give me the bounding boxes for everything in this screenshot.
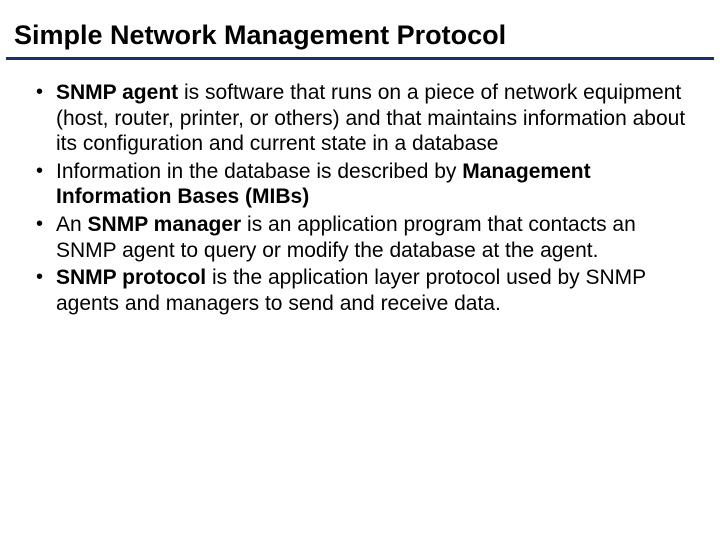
list-item: An SNMP manager is an application progra… bbox=[30, 212, 690, 263]
list-item: SNMP protocol is the application layer p… bbox=[30, 265, 690, 316]
body-text: Information in the database is described… bbox=[56, 160, 462, 183]
title-underline bbox=[6, 57, 714, 60]
bullet-list: SNMP agent is software that runs on a pi… bbox=[30, 80, 690, 316]
bold-text: SNMP agent bbox=[56, 81, 178, 104]
list-item: SNMP agent is software that runs on a pi… bbox=[30, 80, 690, 157]
slide-content: SNMP agent is software that runs on a pi… bbox=[0, 80, 720, 316]
list-item: Information in the database is described… bbox=[30, 159, 690, 210]
slide-title: Simple Network Management Protocol bbox=[0, 20, 720, 57]
bold-text: SNMP protocol bbox=[56, 266, 206, 289]
body-text: An bbox=[56, 213, 88, 236]
bold-text: SNMP manager bbox=[88, 213, 242, 236]
